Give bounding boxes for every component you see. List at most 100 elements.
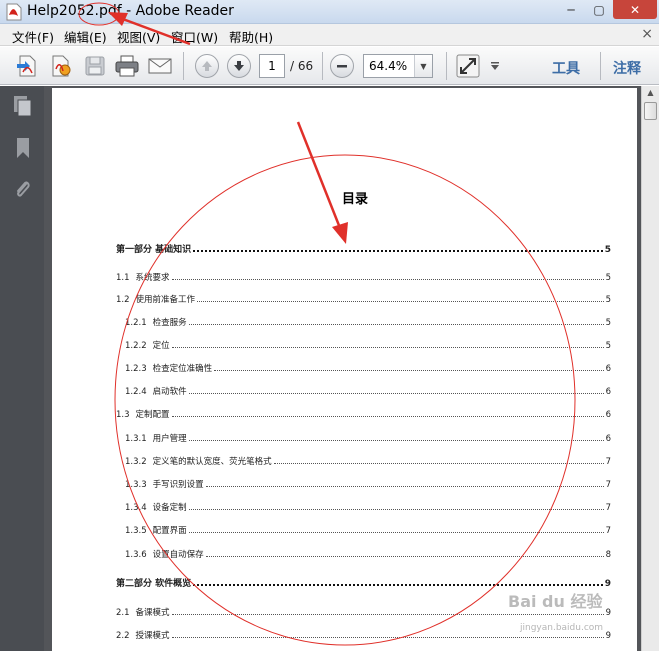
toc-entry-number: 2.2: [116, 631, 130, 641]
save-icon[interactable]: [81, 52, 109, 80]
toc-leader-dots: [188, 440, 604, 441]
print-icon[interactable]: [113, 52, 141, 80]
toc-leader-dots: [205, 486, 604, 487]
toc-entry-number: 1.2.2: [125, 341, 147, 351]
toc-leader-dots: [188, 393, 604, 394]
vertical-scrollbar[interactable]: ▲: [641, 86, 659, 651]
toc-leader-dots: [171, 416, 604, 417]
page-number-input[interactable]: 1: [259, 54, 285, 78]
toc-entry-page: 5: [605, 295, 611, 305]
toolbar-separator: [322, 52, 323, 80]
toc-entry-page: 8: [605, 550, 611, 560]
toc-entry-number: 1.2.1: [125, 318, 147, 328]
page-down-icon: [227, 54, 251, 78]
menu-window[interactable]: 窗口(W): [171, 27, 218, 46]
toc-entry-label: 检查定位准确性: [152, 364, 213, 374]
toc-entry-page: 6: [605, 387, 611, 397]
toc-entry[interactable]: 1.3.4 设备定制 7: [125, 501, 611, 513]
toc-entry-number: 1.3.5: [125, 526, 147, 536]
comment-panel-button[interactable]: 注释: [613, 58, 641, 78]
toc-title: 目录: [342, 192, 369, 207]
toc-entry[interactable]: 1.2.1 检查服务 5: [125, 316, 611, 328]
toc-entry[interactable]: 1.2.3 检查定位准确性 6: [125, 362, 611, 374]
toc-entry[interactable]: 1.3.6 设置自动保存 8: [125, 548, 611, 560]
toc-entry-page: 7: [605, 526, 611, 536]
toc-entry-page: 9: [605, 608, 611, 618]
maximize-button[interactable]: ▢: [585, 0, 613, 19]
toc-leader-dots: [171, 637, 604, 638]
toc-entry-number: 1.3.2: [125, 457, 147, 467]
toc-entry-label: 授课模式: [135, 631, 170, 641]
toc-entry-number: 1.2: [116, 295, 130, 305]
toc-entry-label: 使用前准备工作: [135, 295, 196, 305]
menu-view[interactable]: 视图(V): [117, 27, 160, 46]
scroll-up-icon[interactable]: ▲: [644, 88, 657, 100]
toc-leader-dots: [205, 556, 604, 557]
toc-entry[interactable]: 1.2.2 定位 5: [125, 339, 611, 351]
toc-entry-page: 5: [605, 273, 611, 283]
toc-leader-dots: [273, 463, 604, 464]
tools-panel-button[interactable]: 工具: [552, 58, 580, 78]
zoom-select[interactable]: 64.4% ▼: [363, 54, 433, 78]
menu-help[interactable]: 帮助(H): [229, 27, 273, 46]
toc-entry-number: 1.3.1: [125, 434, 147, 444]
toc-entry-page: 7: [605, 480, 611, 490]
toc-entry-page: 9: [604, 579, 611, 589]
menu-bar: 文件(F) 编辑(E) 视图(V) 窗口(W) 帮助(H) ×: [0, 24, 659, 46]
toc-entry-label: 用户管理: [152, 434, 187, 444]
scrollbar-thumb[interactable]: [644, 102, 657, 120]
menu-file[interactable]: 文件(F): [12, 27, 54, 46]
toc-entry-label: 定义笔的默认宽度、荧光笔格式: [152, 457, 272, 467]
chevron-down-icon[interactable]: ▼: [414, 55, 432, 77]
toc-entry-label: 设置自动保存: [152, 550, 204, 560]
toc-entry-label: 第二部分 软件概览: [116, 579, 192, 589]
pdf-page: 目录 第一部分 基础知识 5 1.1 系统要求 5 1.2 使用前准备工作 5 1.2.1 检查服…: [52, 88, 637, 651]
minimize-button[interactable]: ─: [557, 0, 585, 19]
toc-entry-label: 设备定制: [152, 503, 187, 513]
page-down-button[interactable]: [225, 52, 253, 80]
more-menu-icon[interactable]: [485, 52, 505, 80]
toc-entry-label: 第一部分 基础知识: [116, 245, 192, 255]
email-icon[interactable]: [146, 52, 174, 80]
toc-entry[interactable]: 1.2 使用前准备工作 5: [116, 293, 611, 305]
menu-edit[interactable]: 编辑(E): [64, 27, 107, 46]
attachment-icon[interactable]: [12, 178, 34, 202]
title-bar: Help2052.pdf - Adobe Reader ─ ▢ ✕: [0, 0, 659, 24]
navigation-panel: [0, 86, 44, 651]
toc-entry[interactable]: 1.3.2 定义笔的默认宽度、荧光笔格式 7: [125, 455, 611, 467]
close-button[interactable]: ✕: [613, 0, 657, 19]
toc-leader-dots: [188, 532, 604, 533]
toc-entry-number: 1.3.3: [125, 480, 147, 490]
create-pdf-icon[interactable]: [13, 52, 41, 80]
page-up-button[interactable]: [193, 52, 221, 80]
toc-entry[interactable]: 1.3 定制配置 6: [116, 408, 611, 420]
bookmark-icon[interactable]: [12, 136, 34, 160]
edit-pdf-icon[interactable]: [47, 52, 75, 80]
zoom-out-icon: [330, 54, 354, 78]
toc-leader-dots: [171, 347, 604, 348]
toc-entry-number: 1.1: [116, 273, 130, 283]
toc-leader-dots: [193, 250, 603, 252]
toc-entry-label: 配置界面: [152, 526, 187, 536]
fit-page-icon[interactable]: [454, 52, 482, 80]
toc-leader-dots: [188, 324, 604, 325]
toc-entry-number: 1.3.4: [125, 503, 147, 513]
toc-entry[interactable]: 1.2.4 启动软件 6: [125, 385, 611, 397]
toc-entry-label: 手写识别设置: [152, 480, 204, 490]
toc-entry[interactable]: 1.3.3 手写识别设置 7: [125, 478, 611, 490]
toc-entry[interactable]: 1.1 系统要求 5: [116, 271, 611, 283]
toc-leader-dots: [197, 301, 604, 302]
toc-entry-number: 1.3: [116, 410, 130, 420]
zoom-value: 64.4%: [369, 59, 408, 73]
toc-part-entry[interactable]: 第一部分 基础知识 5: [116, 242, 611, 255]
close-document-icon[interactable]: ×: [641, 26, 653, 42]
window-title: Help2052.pdf - Adobe Reader: [27, 3, 234, 19]
watermark-url: jingyan.baidu.com: [520, 623, 604, 633]
toc-leader-dots: [171, 614, 604, 615]
toc-entry[interactable]: 1.3.5 配置界面 7: [125, 524, 611, 536]
toc-entry-number: 1.2.3: [125, 364, 147, 374]
toc-entry[interactable]: 1.3.1 用户管理 6: [125, 432, 611, 444]
pages-thumbnail-icon[interactable]: [12, 94, 34, 118]
zoom-out-button[interactable]: [328, 52, 356, 80]
toolbar-separator: [600, 52, 601, 80]
